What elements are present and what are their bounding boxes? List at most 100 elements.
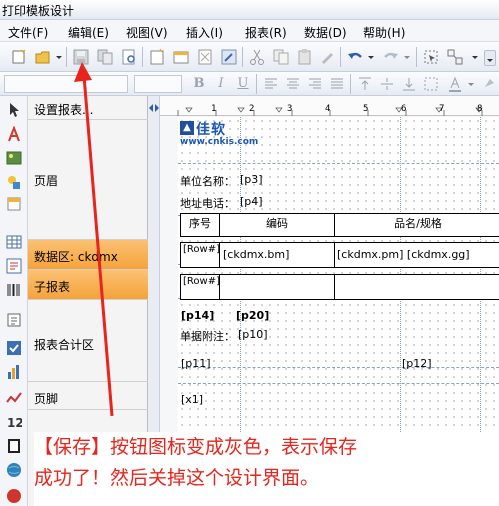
line-tool-icon[interactable] (6, 390, 22, 406)
header-code-cell[interactable]: 编码 (219, 213, 335, 237)
p14-field[interactable]: [p14] (181, 309, 214, 322)
underline-button[interactable]: U (234, 75, 252, 93)
undo-dropdown-icon[interactable] (366, 48, 376, 66)
page-setup-icon[interactable] (148, 48, 166, 66)
row-seq-cell[interactable]: [Row#] (180, 242, 220, 268)
band-summary[interactable]: 报表合计区 (28, 300, 148, 382)
menu-report[interactable]: 报表(R) (245, 24, 287, 41)
band-tool-icon[interactable] (6, 196, 22, 212)
collapse-arrows-icon[interactable] (148, 101, 160, 117)
wizard-icon[interactable] (220, 48, 238, 66)
p12-field[interactable]: [p12] (402, 357, 432, 370)
justify-icon[interactable] (328, 75, 346, 93)
format-painter-icon[interactable] (318, 48, 336, 66)
row-name-cell[interactable]: [ckdmx.pm] [ckdmx.gg] (334, 242, 499, 268)
ruler-mark-2: 2 (249, 104, 255, 114)
unit-name-field[interactable]: [p3] (240, 173, 263, 186)
menu-edit[interactable]: 编辑(E) (68, 24, 109, 41)
number-tool-icon[interactable]: 12 (6, 414, 24, 430)
band-footer-label: 页脚 (34, 392, 59, 406)
undo-icon[interactable] (346, 48, 364, 66)
cut-icon[interactable] (248, 48, 266, 66)
valign-top-icon[interactable] (356, 75, 374, 93)
select-icon[interactable] (422, 48, 440, 66)
band-subreport[interactable]: 子报表 (28, 270, 148, 300)
layout-icon[interactable] (446, 48, 464, 66)
subreport-name-cell[interactable] (334, 274, 499, 300)
text-tool-icon[interactable] (6, 125, 22, 142)
valign-bottom-icon[interactable] (400, 75, 418, 93)
globe-tool-icon[interactable] (6, 462, 22, 478)
redo-dropdown-icon[interactable] (402, 48, 412, 66)
note-field[interactable]: [p10] (238, 328, 268, 341)
open-dropdown-icon[interactable] (54, 48, 64, 66)
font-color-icon[interactable] (446, 75, 464, 93)
align-center-icon[interactable] (284, 75, 302, 93)
band-subreport-label: 子报表 (34, 280, 71, 294)
table-tool-icon[interactable] (6, 234, 22, 250)
p11-field[interactable]: [p11] (181, 357, 211, 370)
menu-help[interactable]: 帮助(H) (363, 24, 405, 41)
header-seq-cell[interactable]: 序号 (180, 213, 220, 237)
band-icon[interactable] (172, 48, 190, 66)
font-size-combo[interactable] (134, 75, 182, 93)
background-color-icon[interactable] (480, 75, 498, 93)
font-name-combo[interactable] (4, 75, 128, 93)
image-tool-icon[interactable] (6, 150, 22, 166)
font-color-dropdown-icon[interactable] (466, 75, 476, 93)
bold-button[interactable]: B (190, 75, 208, 93)
format-toolbar: B I U (0, 72, 499, 96)
align-left-icon[interactable] (262, 75, 280, 93)
setup-report-link[interactable]: 设置报表... (28, 96, 148, 120)
menu-view[interactable]: 视图(V) (126, 24, 168, 41)
shapes-tool-icon[interactable] (6, 174, 22, 190)
field-tool-icon[interactable] (6, 312, 22, 328)
valign-middle-icon[interactable] (378, 75, 396, 93)
annotation-line-2: 成功了！然后关掉这个设计界面。 (34, 467, 320, 489)
paste-icon[interactable] (296, 48, 314, 66)
chart-tool-icon[interactable] (6, 364, 22, 380)
tool-palette: 12 (0, 96, 28, 506)
layout-dropdown-icon[interactable] (470, 48, 480, 66)
copy-icon[interactable] (272, 48, 290, 66)
phone-field[interactable]: [p4] (240, 195, 263, 208)
italic-button[interactable]: I (212, 75, 230, 93)
band-footer[interactable]: 页脚 (28, 382, 148, 410)
menu-data[interactable]: 数据(D) (304, 24, 347, 41)
page-tool-icon[interactable] (6, 438, 22, 454)
header-name-cell[interactable]: 品名/规格 (334, 213, 499, 237)
horizontal-ruler: 1 2 3 4 5 6 7 8 (160, 96, 499, 116)
p20-field[interactable]: [p20] (236, 309, 269, 322)
open-icon[interactable] (34, 48, 52, 66)
window-title: 打印模板设计 (2, 4, 75, 18)
align-right-icon[interactable] (306, 75, 324, 93)
border-icon[interactable] (422, 75, 440, 93)
annotation-caption: 【保存】按钮图标变成灰色，表示保存 成功了！然后关掉这个设计界面。 (34, 432, 499, 506)
row-code-cell[interactable]: [ckdmx.bm] (219, 242, 335, 268)
richtext-tool-icon[interactable] (6, 258, 22, 274)
x1-field[interactable]: [x1] (181, 393, 203, 406)
save-icon[interactable] (72, 48, 90, 66)
pointer-icon[interactable] (6, 102, 22, 118)
preview-icon[interactable] (120, 48, 138, 66)
subreport-seq-cell[interactable]: [Row#] (180, 274, 220, 300)
toolbar-overflow-icon[interactable] (484, 50, 496, 66)
subreport-code-cell[interactable] (219, 274, 335, 300)
menu-file[interactable]: 文件(F) (8, 24, 48, 41)
redo-icon[interactable] (382, 48, 400, 66)
misc-tool-icon[interactable] (6, 488, 22, 504)
main-toolbar (0, 42, 499, 72)
delete-icon[interactable] (196, 48, 214, 66)
logo-mark-icon: ▲ (180, 121, 194, 135)
new-icon[interactable] (10, 48, 28, 66)
ruler-mark-8: 8 (477, 104, 483, 114)
checkbox-tool-icon[interactable] (6, 340, 22, 356)
ruler-mark-6: 6 (401, 104, 407, 114)
band-data-label: 数据区: ckdmx (34, 250, 118, 264)
menu-insert[interactable]: 插入(I) (186, 24, 223, 41)
band-data[interactable]: 数据区: ckdmx (28, 240, 148, 270)
copy-template-icon[interactable] (96, 48, 114, 66)
logo-url: www.cnkis.com (180, 137, 259, 147)
barcode-tool-icon[interactable] (6, 282, 22, 298)
band-header[interactable]: 页眉 (28, 120, 148, 240)
